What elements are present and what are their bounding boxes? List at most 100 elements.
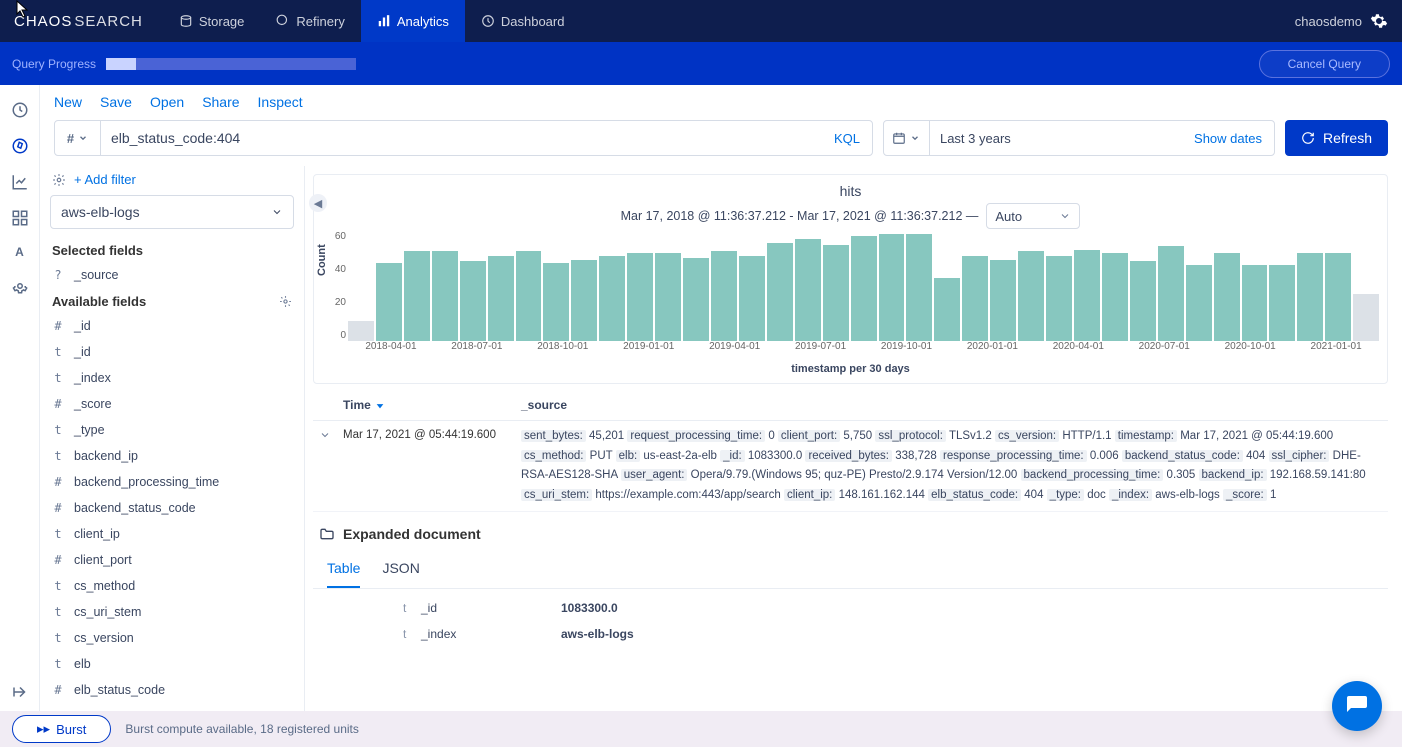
bar[interactable] xyxy=(990,260,1016,341)
bar[interactable] xyxy=(348,321,374,341)
bar[interactable] xyxy=(488,256,514,341)
bar[interactable] xyxy=(1130,261,1156,341)
tab-json[interactable]: JSON xyxy=(382,554,419,588)
bar[interactable] xyxy=(599,256,625,341)
field-item[interactable]: #elb_status_code xyxy=(50,677,294,703)
chat-bubble-icon[interactable] xyxy=(1332,681,1382,731)
bar[interactable] xyxy=(1018,251,1044,341)
bar[interactable] xyxy=(823,245,849,341)
show-dates-link[interactable]: Show dates xyxy=(1182,131,1274,146)
footer: ▸▸ Burst Burst compute available, 18 reg… xyxy=(0,711,1402,747)
calendar-toggle[interactable] xyxy=(884,121,930,155)
menu-new[interactable]: New xyxy=(54,94,82,110)
time-picker[interactable]: Last 3 years Show dates xyxy=(883,120,1275,156)
bar[interactable] xyxy=(934,278,960,341)
collapse-sidebar-icon[interactable]: ◀ xyxy=(309,194,327,212)
field-item[interactable]: telb xyxy=(50,651,294,677)
bar[interactable] xyxy=(1074,250,1100,341)
bar[interactable] xyxy=(1102,253,1128,341)
grid-icon[interactable] xyxy=(11,209,29,227)
query-text: elb_status_code:404 xyxy=(101,130,822,146)
field-item[interactable]: #backend_processing_time xyxy=(50,469,294,495)
query-type-toggle[interactable]: # xyxy=(55,121,101,155)
gear-icon[interactable] xyxy=(1370,12,1388,30)
available-fields-title: Available fields xyxy=(50,288,294,313)
fields-gear-icon[interactable] xyxy=(279,295,292,308)
field-item[interactable]: tclient_ip xyxy=(50,521,294,547)
collapse-rail-icon[interactable] xyxy=(11,683,29,701)
bar[interactable] xyxy=(795,239,821,341)
menu-save[interactable]: Save xyxy=(100,94,132,110)
cancel-query-button[interactable]: Cancel Query xyxy=(1259,50,1390,78)
field-item[interactable]: #_score xyxy=(50,391,294,417)
field-item[interactable]: tcs_uri_stem xyxy=(50,599,294,625)
filter-gear-icon[interactable] xyxy=(52,173,66,187)
folder-icon xyxy=(319,526,335,542)
tab-table[interactable]: Table xyxy=(327,554,360,588)
bar[interactable] xyxy=(879,234,905,341)
bar[interactable] xyxy=(1297,253,1323,341)
bar[interactable] xyxy=(962,256,988,341)
chart-icon[interactable] xyxy=(11,173,29,191)
compass-icon[interactable] xyxy=(11,137,29,155)
bar[interactable] xyxy=(739,256,765,341)
menu-share[interactable]: Share xyxy=(202,94,239,110)
field-item[interactable]: tcs_version xyxy=(50,625,294,651)
bar[interactable] xyxy=(1325,253,1351,341)
clock-icon[interactable] xyxy=(11,101,29,119)
chevron-down-icon xyxy=(910,133,920,143)
burst-button[interactable]: ▸▸ Burst xyxy=(12,715,111,743)
field-item[interactable]: #backend_status_code xyxy=(50,495,294,521)
nav-refinery[interactable]: Refinery xyxy=(260,0,360,42)
bar[interactable] xyxy=(1046,256,1072,341)
menu-inspect[interactable]: Inspect xyxy=(258,94,303,110)
bar[interactable] xyxy=(627,253,653,341)
field-item[interactable]: #_id xyxy=(50,313,294,339)
bar[interactable] xyxy=(1353,294,1379,341)
bar[interactable] xyxy=(376,263,402,341)
field-item[interactable]: t_index xyxy=(50,365,294,391)
bar[interactable] xyxy=(543,263,569,341)
field-item[interactable]: ?_source xyxy=(50,262,294,288)
bar[interactable] xyxy=(683,258,709,341)
nav-analytics[interactable]: Analytics xyxy=(361,0,465,42)
sort-desc-icon xyxy=(375,400,385,410)
field-item[interactable]: tbackend_ip xyxy=(50,443,294,469)
refresh-button[interactable]: Refresh xyxy=(1285,120,1388,156)
query-input[interactable]: # elb_status_code:404 KQL xyxy=(54,120,873,156)
col-source: _source xyxy=(521,398,1382,412)
bar[interactable] xyxy=(906,234,932,341)
bar[interactable] xyxy=(851,236,877,341)
bar[interactable] xyxy=(571,260,597,341)
bar[interactable] xyxy=(1269,265,1295,341)
bar[interactable] xyxy=(516,251,542,341)
add-filter-link[interactable]: + Add filter xyxy=(74,172,136,187)
bar[interactable] xyxy=(711,251,737,341)
footer-status: Burst compute available, 18 registered u… xyxy=(125,722,358,736)
bar[interactable] xyxy=(767,243,793,341)
bar[interactable] xyxy=(1214,253,1240,341)
time-text: Last 3 years xyxy=(930,131,1182,146)
expand-row-icon[interactable] xyxy=(319,427,343,444)
interval-select[interactable]: Auto xyxy=(986,203,1080,229)
field-item[interactable]: tcs_method xyxy=(50,573,294,599)
bar[interactable] xyxy=(404,251,430,341)
settings-icon[interactable] xyxy=(11,277,29,295)
nav-dashboard[interactable]: Dashboard xyxy=(465,0,581,42)
bar[interactable] xyxy=(1242,265,1268,341)
nav-storage[interactable]: Storage xyxy=(163,0,261,42)
bar[interactable] xyxy=(1158,246,1184,341)
top-nav: CHAOSSEARCH Storage Refinery Analytics D… xyxy=(0,0,1402,42)
bar[interactable] xyxy=(1186,265,1212,341)
col-time[interactable]: Time xyxy=(343,398,521,412)
letter-a-icon[interactable]: A xyxy=(15,245,24,259)
menu-open[interactable]: Open xyxy=(150,94,184,110)
field-item[interactable]: #client_port xyxy=(50,547,294,573)
index-pattern-select[interactable]: aws-elb-logs xyxy=(50,195,294,229)
field-item[interactable]: t_type xyxy=(50,417,294,443)
bar[interactable] xyxy=(432,251,458,341)
field-item[interactable]: t_id xyxy=(50,339,294,365)
bar[interactable] xyxy=(460,261,486,341)
bar[interactable] xyxy=(655,253,681,341)
kql-toggle[interactable]: KQL xyxy=(822,131,872,146)
